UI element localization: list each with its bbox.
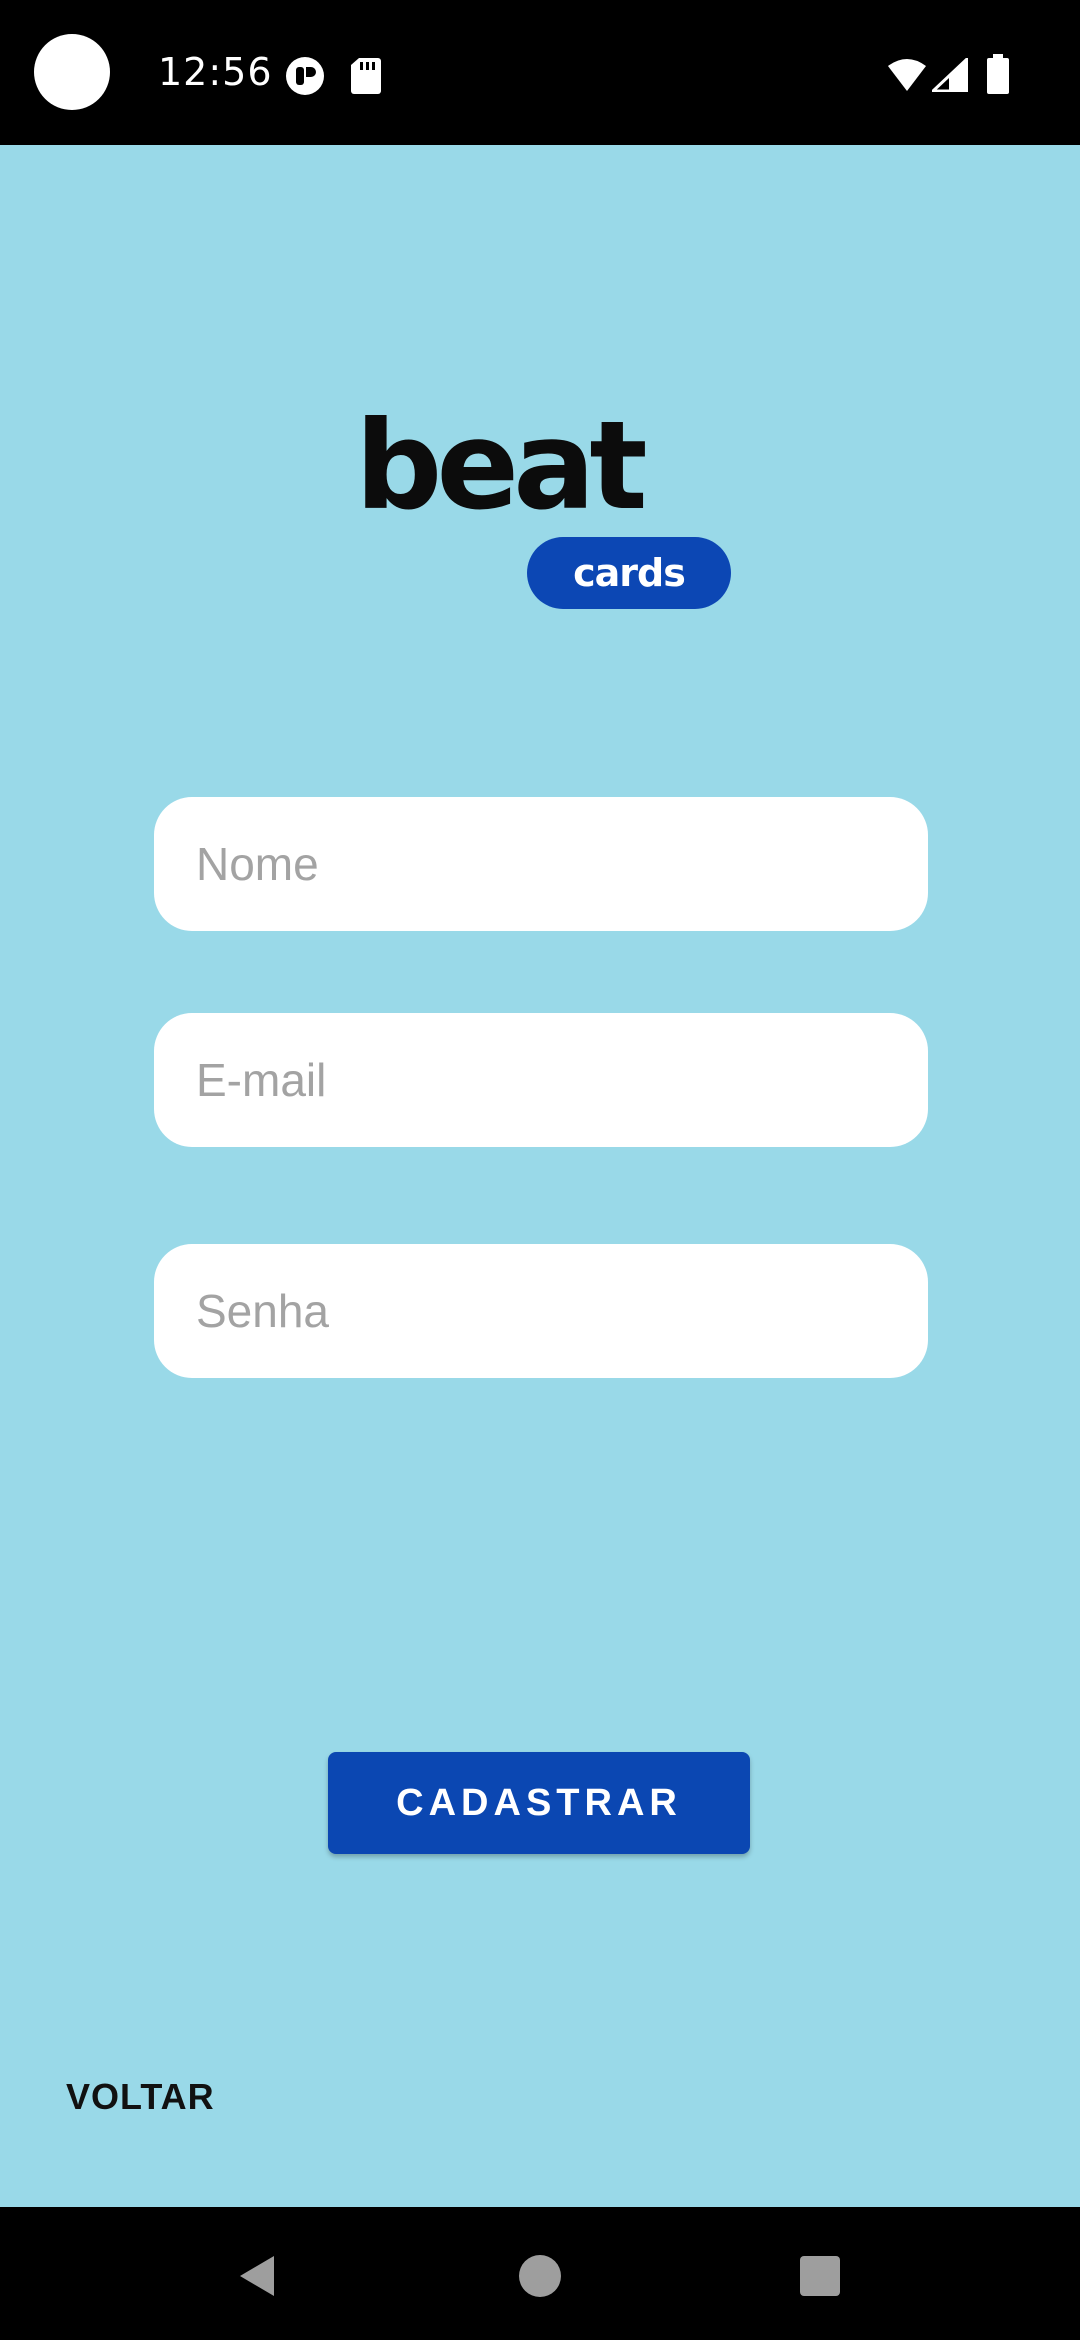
register-button[interactable]: CADASTRAR <box>328 1752 750 1854</box>
screen: 12:56 beat cards CADASTRAR V <box>0 0 1080 2340</box>
sd-card-icon <box>351 58 381 94</box>
password-field[interactable] <box>154 1244 928 1378</box>
signal-icon <box>932 58 968 92</box>
camera-cutout <box>34 34 110 110</box>
home-icon[interactable] <box>510 2246 570 2306</box>
logo-pill: cards <box>527 537 731 609</box>
name-field[interactable] <box>154 797 928 931</box>
battery-icon <box>987 54 1009 94</box>
wifi-icon <box>888 59 926 91</box>
recents-icon[interactable] <box>790 2246 850 2306</box>
status-bar: 12:56 <box>0 0 1080 145</box>
email-field[interactable] <box>154 1013 928 1147</box>
logo-word: beat <box>355 395 648 537</box>
status-time: 12:56 <box>158 50 273 94</box>
back-button[interactable]: VOLTAR <box>66 2076 215 2118</box>
privacy-indicator-icon <box>286 57 324 95</box>
back-icon[interactable] <box>226 2246 286 2306</box>
